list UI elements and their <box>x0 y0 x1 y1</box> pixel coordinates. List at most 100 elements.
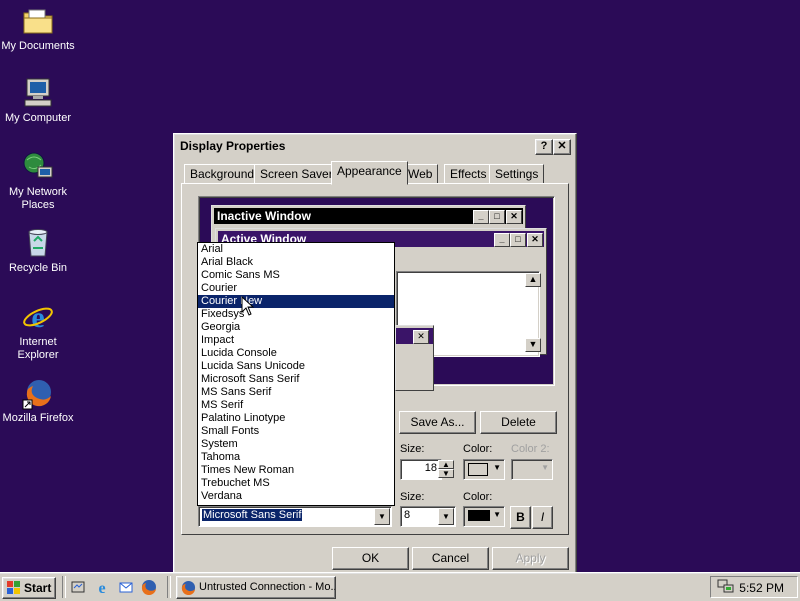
font-list-item[interactable]: MS Serif <box>198 399 394 412</box>
font-select[interactable]: Microsoft Sans Serif ▼ <box>198 506 392 527</box>
font-list-item[interactable]: Microsoft Sans Serif <box>198 373 394 386</box>
size-spin-up[interactable]: ▲ <box>438 460 454 469</box>
tab-screen-saver[interactable]: Screen Saver <box>254 164 339 185</box>
scroll-up-icon: ▲ <box>525 273 541 287</box>
italic-button[interactable]: I <box>532 506 553 529</box>
close-icon: ✕ <box>413 330 429 344</box>
show-desktop-icon[interactable] <box>70 579 86 595</box>
network-icon <box>23 152 53 178</box>
cancel-button[interactable]: Cancel <box>412 547 489 570</box>
inactive-titlebar: Inactive Window _ □ ✕ <box>214 208 523 224</box>
dialog-title: Display Properties <box>180 139 286 153</box>
font-list-item[interactable]: Small Fonts <box>198 425 394 438</box>
item-color2-label: Color 2: <box>511 443 550 455</box>
desktop-icon-recycle-bin[interactable]: Recycle Bin <box>0 226 76 275</box>
start-button[interactable]: Start <box>2 577 56 599</box>
font-list-item[interactable]: Trebuchet MS <box>198 477 394 490</box>
font-list-item[interactable]: Arial <box>198 243 394 256</box>
item-color-picker[interactable]: ▼ <box>463 459 505 480</box>
taskbar: Start e Untrusted Connection - Mo... 5:5… <box>0 572 800 601</box>
font-list-item[interactable]: Times New Roman <box>198 464 394 477</box>
item-size-field[interactable]: 18 <box>400 459 442 480</box>
scroll-down-icon: ▼ <box>525 338 541 352</box>
chevron-down-icon: ▼ <box>493 510 501 519</box>
font-list-item[interactable]: MS Sans Serif <box>198 386 394 399</box>
tab-appearance[interactable]: Appearance <box>331 161 408 185</box>
close-button[interactable]: ✕ <box>553 139 571 155</box>
font-list-item[interactable]: Impact <box>198 334 394 347</box>
font-list-item[interactable]: Lucida Console <box>198 347 394 360</box>
font-dropdown-button[interactable]: ▼ <box>374 508 390 525</box>
desktop-icon-label: Recycle Bin <box>8 262 68 274</box>
inactive-window-title: Inactive Window <box>217 209 311 223</box>
message-box-preview: ✕ <box>395 325 434 391</box>
font-list-item[interactable]: Comic Sans MS <box>198 269 394 282</box>
font-dropdown-list[interactable]: Arial Arial Black Comic Sans MS Courier Cour… <box>197 242 395 506</box>
help-button[interactable]: ? <box>535 139 553 155</box>
outlook-express-icon[interactable] <box>118 579 134 595</box>
desktop-icon-label: My Documents <box>1 40 75 52</box>
font-select-value: Microsoft Sans Serif <box>202 509 303 521</box>
close-icon: ✕ <box>506 210 522 224</box>
tab-background[interactable]: Background <box>184 164 261 185</box>
font-size-select[interactable]: 8 ▼ <box>400 506 456 527</box>
network-status-icon[interactable] <box>717 578 735 594</box>
font-color-swatch <box>468 510 490 521</box>
desktop-icon-label: Internet Explorer <box>17 336 59 361</box>
save-as-button[interactable]: Save As... <box>399 411 476 434</box>
desktop-icon-network-places[interactable]: My Network Places <box>0 150 76 212</box>
minimize-icon: _ <box>494 233 510 247</box>
taskbar-task-label: Untrusted Connection - Mo... <box>199 581 336 593</box>
firefox-icon <box>22 380 51 410</box>
maximize-icon: □ <box>510 233 526 247</box>
font-size-dropdown-button[interactable]: ▼ <box>438 508 454 525</box>
system-tray: 5:52 PM <box>710 576 798 598</box>
minimize-icon: _ <box>473 210 489 224</box>
font-size-value: 8 <box>404 509 411 521</box>
font-list-item[interactable]: Arial Black <box>198 256 394 269</box>
windows-logo-icon <box>7 581 20 594</box>
font-size-label: Size: <box>400 491 425 503</box>
delete-button[interactable]: Delete <box>480 411 557 434</box>
font-color-picker[interactable]: ▼ <box>463 506 505 527</box>
size-spin-down[interactable]: ▼ <box>438 469 454 478</box>
item-size-label: Size: <box>400 443 425 455</box>
desktop-icon-label: Mozilla Firefox <box>2 412 74 424</box>
internet-explorer-icon[interactable]: e <box>94 579 110 595</box>
desktop-icon-firefox[interactable]: Mozilla Firefox <box>0 376 76 425</box>
tab-settings[interactable]: Settings <box>489 164 545 185</box>
font-list-item[interactable]: Verdana <box>198 490 394 503</box>
desktop-icon-my-computer[interactable]: My Computer <box>0 76 76 125</box>
desktop-icon-label: My Computer <box>4 112 72 124</box>
font-list-item[interactable]: Lucida Sans Unicode <box>198 360 394 373</box>
font-list-item[interactable]: Palatino Linotype <box>198 412 394 425</box>
item-size-value: 18 <box>424 462 437 474</box>
firefox-icon[interactable] <box>141 579 157 595</box>
font-list-item[interactable]: System <box>198 438 394 451</box>
desktop-icon-my-documents[interactable]: My Documents <box>0 4 76 53</box>
font-list-item[interactable]: Courier <box>198 282 394 295</box>
chevron-down-icon: ▼ <box>493 463 501 472</box>
font-list-item[interactable]: Fixedsys <box>198 308 394 321</box>
taskbar-clock[interactable]: 5:52 PM <box>739 581 784 595</box>
taskbar-task-firefox[interactable]: Untrusted Connection - Mo... <box>176 576 336 599</box>
computer-icon <box>24 78 52 107</box>
apply-button[interactable]: Apply <box>492 547 569 570</box>
font-list-item[interactable]: Courier New <box>198 295 394 308</box>
bold-button[interactable]: B <box>510 506 531 529</box>
font-list-item[interactable]: Tahoma <box>198 451 394 464</box>
start-label: Start <box>24 581 52 595</box>
font-color-label: Color: <box>463 491 493 503</box>
taskbar-separator <box>62 576 66 598</box>
tab-effects[interactable]: Effects <box>444 164 493 185</box>
desktop-icon-internet-explorer[interactable]: e Internet Explorer <box>0 300 76 362</box>
font-list-item[interactable]: Georgia <box>198 321 394 334</box>
recycle-bin-icon <box>28 229 48 257</box>
mouse-pointer-icon <box>241 296 255 316</box>
chevron-down-icon: ▼ <box>541 463 549 472</box>
desktop-icon-label: My Network Places <box>8 186 68 211</box>
item-color-swatch <box>468 463 488 476</box>
ok-button[interactable]: OK <box>332 547 409 570</box>
item-color2-picker[interactable]: ▼ <box>511 459 553 480</box>
dialog-titlebar[interactable]: Display Properties ? ✕ <box>177 137 573 155</box>
